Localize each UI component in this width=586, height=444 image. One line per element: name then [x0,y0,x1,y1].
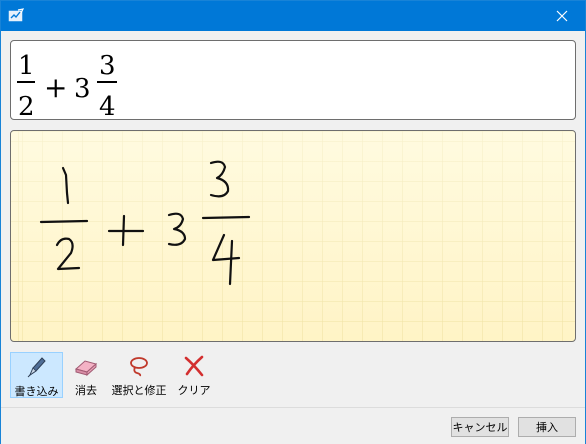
close-button[interactable] [539,1,585,31]
title-bar[interactable] [1,1,585,31]
clear-x-icon [179,354,209,378]
preview-denominator-1: 2 [18,92,35,119]
recognition-preview: 1 2 + 3 3 4 [10,40,576,120]
select-correct-tool-button[interactable]: 選択と修正 [108,352,170,398]
write-tool-button[interactable]: 書き込み [10,352,63,398]
preview-numerator-1: 1 [18,51,35,81]
dialog-footer: キャンセル 挿入 [1,407,585,444]
math-input-icon [8,8,25,24]
handwritten-ink [39,160,251,286]
math-input-window: 1 2 + 3 3 4 書き込み 消去 選択と修正 クリア キャンセル 挿入 [0,0,586,444]
eraser-icon [71,354,101,378]
fraction-bar-2 [97,81,117,83]
erase-tool-button[interactable]: 消去 [68,352,104,398]
insert-button[interactable]: 挿入 [518,417,576,437]
pen-icon [22,355,52,379]
preview-denominator-2: 4 [99,92,116,119]
clear-tool-label: クリア [177,384,211,397]
select-correct-tool-label: 選択と修正 [111,384,167,397]
write-tool-label: 書き込み [14,385,59,398]
clear-tool-button[interactable]: クリア [176,352,212,398]
preview-numerator-2: 3 [99,51,116,81]
close-icon [556,10,568,22]
handwriting-pad[interactable] [10,130,576,342]
lasso-icon [124,354,154,378]
fraction-bar-1 [17,81,35,83]
preview-plus: + [44,71,67,104]
erase-tool-label: 消去 [75,384,97,397]
preview-whole: 3 [74,74,91,104]
cancel-button[interactable]: キャンセル [451,417,509,437]
pad-toolbar: 書き込み 消去 選択と修正 クリア [10,352,576,400]
